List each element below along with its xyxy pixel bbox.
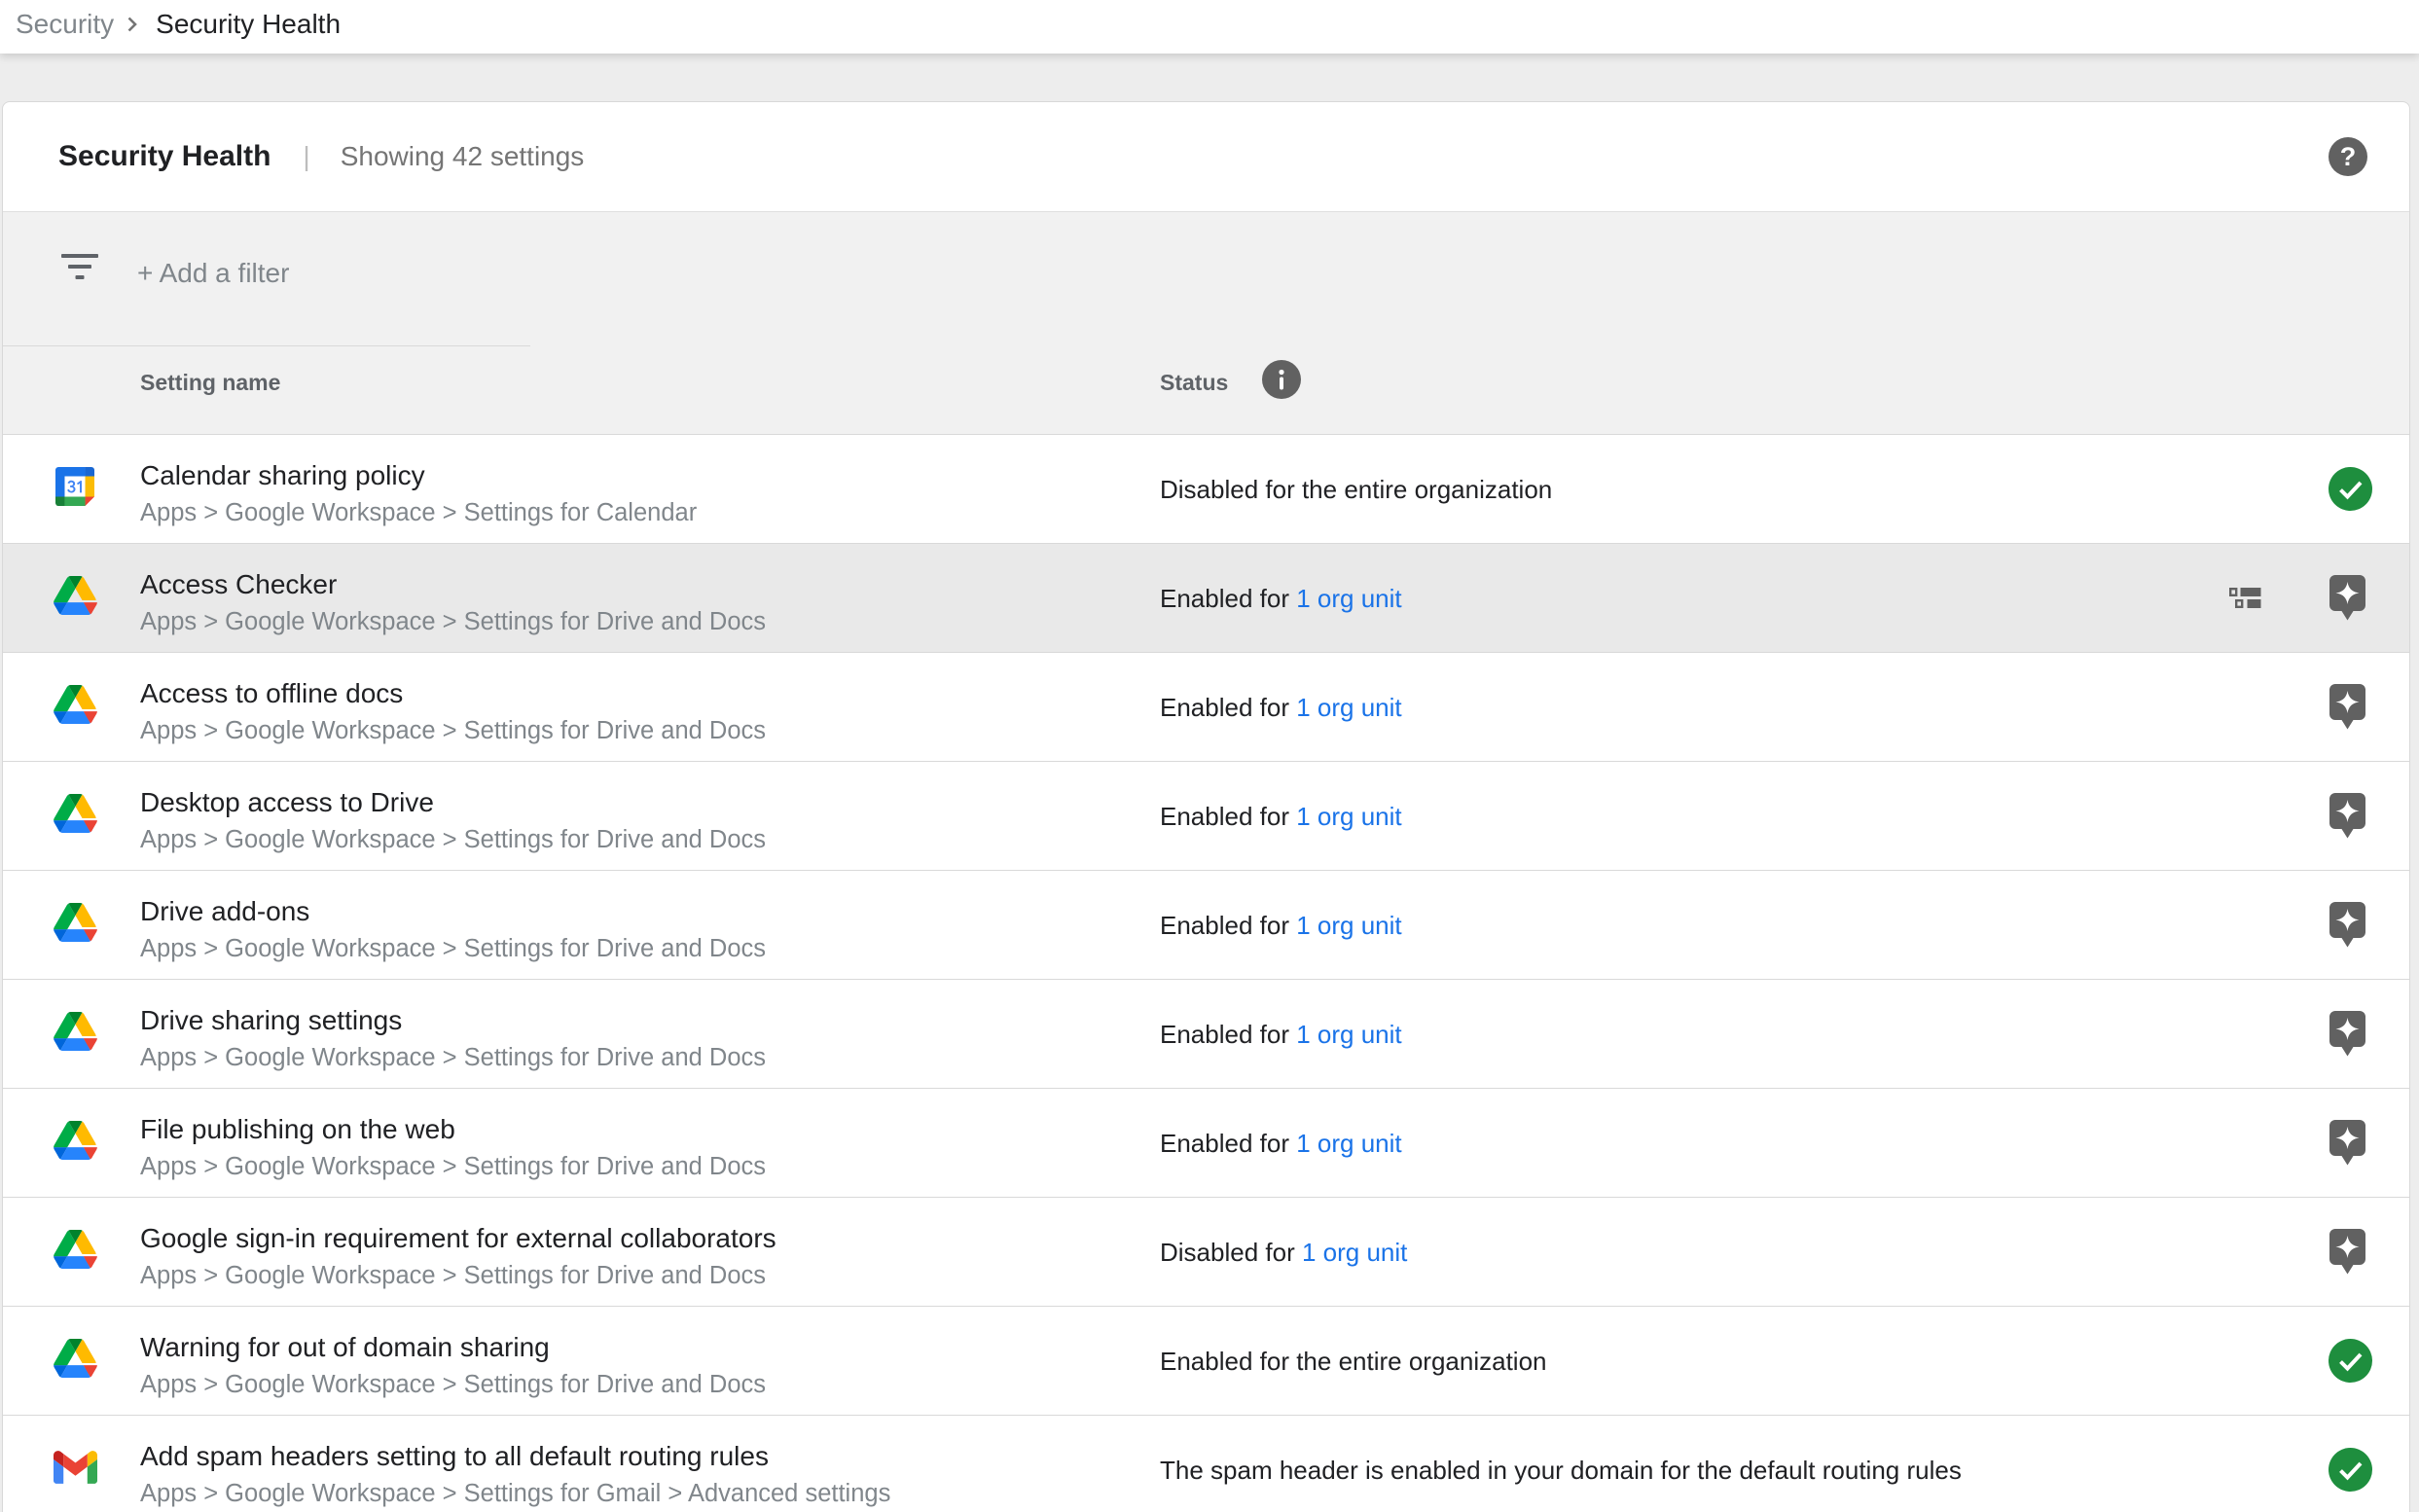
svg-text:?: ? xyxy=(2340,142,2357,171)
